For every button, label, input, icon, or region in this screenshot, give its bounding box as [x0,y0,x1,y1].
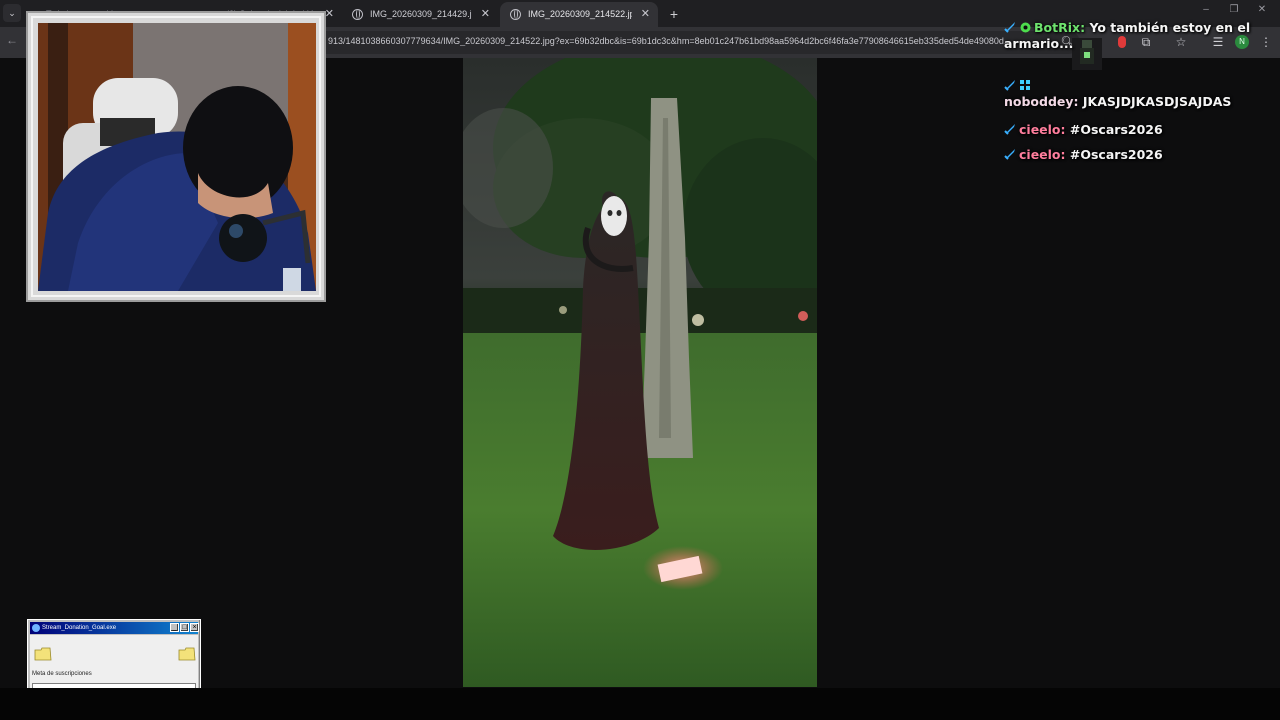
donation-goal-window: Stream_Donation_Goal.exe _ □ × Meta de s… [27,619,201,699]
moderator-sword-icon [1004,124,1015,135]
globe-icon [510,9,521,20]
moderator-sword-icon [1004,149,1015,160]
chat-username: BotRix [1034,20,1081,35]
address-bar[interactable]: 913/1481038660307779634/IMG_20260309_214… [310,31,1080,54]
stream-scene: ⌄ Twitch stream title (2) Sebas | wish.i… [0,0,1280,720]
pixel-badge-icon [1020,80,1030,90]
chat-username: cieelo [1019,122,1061,137]
restore-icon[interactable]: ❐ [1226,4,1242,15]
bottom-bar [0,688,1280,720]
close-tab-icon[interactable]: ✕ [325,2,334,27]
close-window-icon[interactable]: ✕ [1254,4,1270,15]
chat-message: cieelo: #Oscars2026 [1004,122,1274,138]
folder-icon [34,647,52,661]
tab-title: IMG_20260309_214522.jpg (481 [528,9,632,19]
chat-message: BotRix: Yo también estoy en el armario..… [1004,20,1274,52]
tab-image-214522[interactable]: IMG_20260309_214522.jpg (481 ✕ [500,2,658,27]
chat-separator: : [1060,147,1066,162]
goal-label: Meta de suscripciones [32,671,92,677]
maximize-icon: □ [180,623,189,632]
tab-title: IMG_20260309_214429.jpg (481 [370,9,472,19]
back-arrow-icon[interactable]: ← [6,33,18,47]
tab-search-chevron-icon[interactable]: ⌄ [3,4,21,22]
goal-window-title: Stream_Donation_Goal.exe [42,625,117,631]
new-tab-button[interactable]: + [664,4,684,24]
chat-text: JKASJDJKASDJSAJDAS [1082,94,1232,109]
close-tab-icon[interactable]: ✕ [641,2,650,27]
close-tab-icon[interactable]: ✕ [481,2,490,27]
webcam-frame [26,11,326,302]
viewed-image [463,58,817,687]
folder-icon [178,647,196,661]
close-icon: × [190,623,199,632]
chat-separator: : [1073,94,1079,109]
webcam-feed [38,23,316,291]
chat-message: noboddey: JKASJDJKASDJSAJDAS [1004,78,1274,110]
bot-gear-icon [1020,22,1031,33]
tab-image-214429[interactable]: IMG_20260309_214429.jpg (481 ✕ [342,2,498,27]
park-night-photo [463,58,817,687]
globe-icon [352,9,363,20]
chat-separator: : [1060,122,1066,137]
streamer-cam-image [38,23,316,291]
moderator-sword-icon [1004,22,1015,33]
goal-window-body: Meta de suscripciones [30,635,198,698]
minimize-icon[interactable]: – [1198,4,1214,15]
chat-text: #Oscars2026 [1069,147,1163,162]
moderator-sword-icon [1004,80,1015,91]
chat-message: cieelo: #Oscars2026 [1004,147,1274,163]
chat-username: cieelo [1019,147,1061,162]
chat-separator: : [1080,20,1086,35]
chat-username: noboddey [1004,94,1074,109]
app-icon [32,624,40,632]
url-text: 913/1481038660307779634/IMG_20260309_214… [328,36,1012,46]
minimize-icon: _ [170,623,179,632]
chat-text: #Oscars2026 [1069,122,1163,137]
